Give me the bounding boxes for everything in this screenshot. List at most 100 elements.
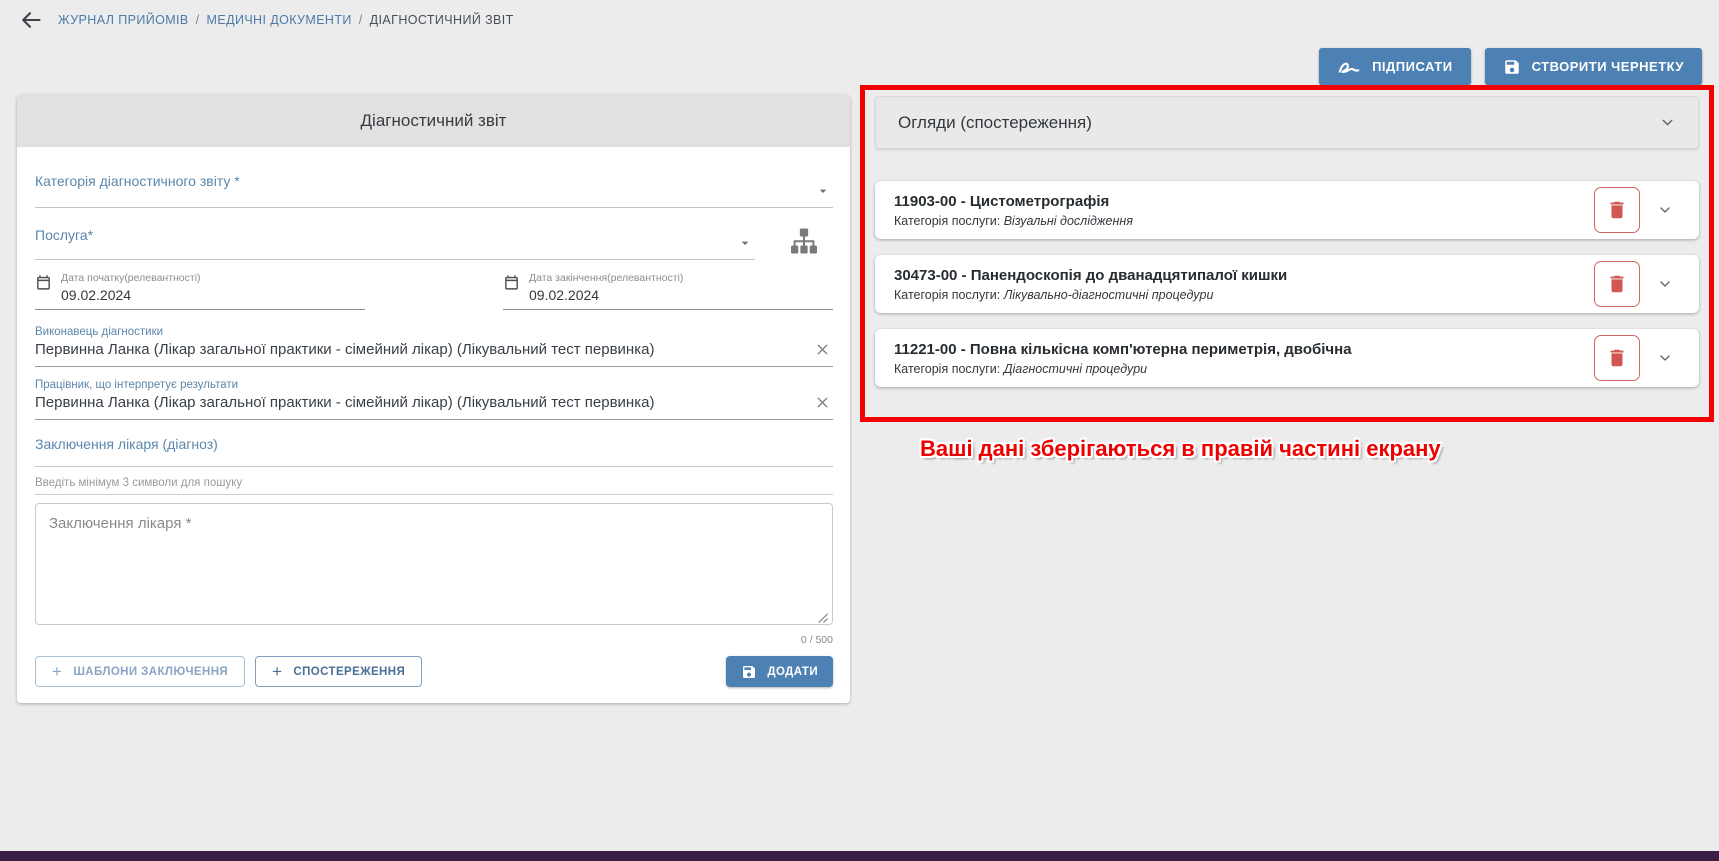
observation-button-label: СПОСТЕРЕЖЕННЯ bbox=[293, 666, 405, 678]
breadcrumb-current-diagnostic-report: ДІАГНОСТИЧНИЙ ЗВІТ bbox=[370, 13, 514, 27]
floppy-disk-icon bbox=[1503, 58, 1521, 76]
add-button-label: ДОДАТИ bbox=[767, 666, 818, 678]
category-prefix: Категорія послуги: bbox=[894, 362, 1000, 376]
breadcrumb-separator: / bbox=[196, 13, 200, 27]
observation-item-category: Категорія послуги: Візуальні дослідження bbox=[894, 214, 1594, 228]
category-select-label: Категорія діагностичного звіту * bbox=[35, 173, 240, 189]
top-bar: ЖУРНАЛ ПРИЙОМІВ / МЕДИЧНІ ДОКУМЕНТИ / ДІ… bbox=[0, 0, 1719, 40]
performer-field[interactable]: Виконавець діагностики Первинна Ланка (Л… bbox=[35, 326, 833, 367]
date-end-field[interactable]: Дата закінчення(релевантності) 09.02.202… bbox=[503, 272, 833, 310]
performer-label: Виконавець діагностики bbox=[35, 326, 791, 338]
observation-item: 11903-00 - Цистометрографія Категорія по… bbox=[875, 181, 1699, 239]
action-buttons: ПІДПИСАТИ СТВОРИТИ ЧЕРНЕТКУ bbox=[1319, 48, 1702, 85]
observation-item: 11221-00 - Повна кількісна комп'ютерна п… bbox=[875, 329, 1699, 387]
interpreter-label: Працівник, що інтерпретує результати bbox=[35, 379, 791, 391]
trash-icon bbox=[1606, 273, 1628, 295]
delete-observation-button[interactable] bbox=[1594, 187, 1640, 233]
form-body: Категорія діагностичного звіту * Послуга… bbox=[17, 147, 850, 687]
search-hint-field: Введіть мінімум 3 символи для пошуку bbox=[35, 477, 833, 495]
observation-expand-button[interactable] bbox=[1657, 276, 1673, 292]
breadcrumb: ЖУРНАЛ ПРИЙОМІВ / МЕДИЧНІ ДОКУМЕНТИ / ДІ… bbox=[58, 13, 514, 27]
interpreter-field[interactable]: Працівник, що інтерпретує результати Пер… bbox=[35, 379, 833, 420]
category-value: Лікувально-діагностичні процедури bbox=[1004, 288, 1214, 302]
plus-icon: + bbox=[52, 663, 62, 680]
caret-down-icon[interactable] bbox=[737, 235, 753, 251]
create-draft-button-label: СТВОРИТИ ЧЕРНЕТКУ bbox=[1532, 59, 1684, 74]
date-end-texts: Дата закінчення(релевантності) 09.02.202… bbox=[529, 272, 683, 303]
service-tree-button[interactable] bbox=[789, 226, 819, 256]
char-counter: 0 / 500 bbox=[35, 634, 833, 646]
conclusion-textarea[interactable] bbox=[35, 503, 833, 625]
plus-icon: + bbox=[272, 663, 282, 680]
chevron-down-icon bbox=[1659, 114, 1676, 131]
category-value: Візуальні дослідження bbox=[1004, 214, 1133, 228]
dates-row: Дата початку(релевантності) 09.02.2024 Д… bbox=[35, 272, 833, 310]
date-start-value: 09.02.2024 bbox=[61, 287, 201, 303]
card-header: Діагностичний звіт bbox=[17, 95, 850, 147]
calendar-icon bbox=[35, 274, 52, 303]
interpreter-clear-button[interactable] bbox=[814, 394, 831, 411]
form-buttons-row: + ШАБЛОНИ ЗАКЛЮЧЕННЯ + СПОСТЕРЕЖЕННЯ ДОД… bbox=[35, 656, 833, 687]
observation-item-title: 11903-00 - Цистометрографія bbox=[894, 193, 1594, 210]
close-x-icon bbox=[814, 394, 831, 411]
sign-button[interactable]: ПІДПИСАТИ bbox=[1319, 48, 1471, 85]
interpreter-value: Первинна Ланка (Лікар загальної практики… bbox=[35, 394, 791, 411]
search-hint-text: Введіть мінімум 3 символи для пошуку bbox=[35, 477, 242, 489]
date-end-label: Дата закінчення(релевантності) bbox=[529, 272, 683, 284]
category-value: Діагностичні процедури bbox=[1004, 362, 1147, 376]
service-row: Послуга* bbox=[35, 226, 833, 260]
observation-item-title: 11221-00 - Повна кількісна комп'ютерна п… bbox=[894, 341, 1594, 358]
date-start-field[interactable]: Дата початку(релевантності) 09.02.2024 bbox=[35, 272, 365, 310]
close-x-icon bbox=[814, 341, 831, 358]
breadcrumb-separator: / bbox=[359, 13, 363, 27]
date-start-label: Дата початку(релевантності) bbox=[61, 272, 201, 284]
delete-observation-button[interactable] bbox=[1594, 335, 1640, 381]
delete-observation-button[interactable] bbox=[1594, 261, 1640, 307]
sign-button-label: ПІДПИСАТИ bbox=[1372, 59, 1453, 74]
date-end-value: 09.02.2024 bbox=[529, 287, 683, 303]
back-button[interactable] bbox=[18, 7, 44, 33]
observation-expand-button[interactable] bbox=[1657, 350, 1673, 366]
page-title: Діагностичний звіт bbox=[361, 111, 507, 131]
caret-down-icon[interactable] bbox=[815, 183, 831, 199]
diagnostic-report-card: Діагностичний звіт Категорія діагностичн… bbox=[17, 95, 850, 703]
conclusion-templates-button[interactable]: + ШАБЛОНИ ЗАКЛЮЧЕННЯ bbox=[35, 656, 245, 687]
diagnosis-label: Заключення лікаря (діагноз) bbox=[35, 436, 218, 452]
observation-item-category: Категорія послуги: Лікувально-діагностич… bbox=[894, 288, 1594, 302]
category-prefix: Категорія послуги: bbox=[894, 214, 1000, 228]
conclusion-wrap bbox=[35, 503, 833, 630]
observation-expand-button[interactable] bbox=[1657, 202, 1673, 218]
category-select-field[interactable]: Категорія діагностичного звіту * bbox=[35, 173, 833, 208]
floppy-disk-icon bbox=[741, 664, 757, 680]
observation-item-text: 11903-00 - Цистометрографія Категорія по… bbox=[894, 193, 1594, 228]
service-select-field[interactable]: Послуга* bbox=[35, 227, 755, 260]
signature-icon bbox=[1337, 57, 1361, 77]
observations-header[interactable]: Огляди (спостереження) bbox=[875, 96, 1699, 149]
performer-value: Первинна Ланка (Лікар загальної практики… bbox=[35, 341, 791, 358]
observations-expand-button[interactable] bbox=[1659, 114, 1676, 131]
observation-item-text: 30473-00 - Панендоскопія до дванадцятипа… bbox=[894, 267, 1594, 302]
observation-item: 30473-00 - Панендоскопія до дванадцятипа… bbox=[875, 255, 1699, 313]
observations-panel-highlight: Огляди (спостереження) 11903-00 - Цистом… bbox=[860, 85, 1714, 422]
chevron-down-icon bbox=[1657, 202, 1673, 218]
breadcrumb-link-medical-documents[interactable]: МЕДИЧНІ ДОКУМЕНТИ bbox=[207, 13, 352, 27]
diagnosis-field[interactable]: Заключення лікаря (діагноз) bbox=[35, 436, 833, 467]
add-button[interactable]: ДОДАТИ bbox=[726, 656, 833, 687]
calendar-icon bbox=[503, 274, 520, 303]
observation-item-title: 30473-00 - Панендоскопія до дванадцятипа… bbox=[894, 267, 1594, 284]
observations-title: Огляди (спостереження) bbox=[898, 113, 1092, 133]
arrow-left-icon bbox=[19, 8, 43, 32]
observation-button[interactable]: + СПОСТЕРЕЖЕННЯ bbox=[255, 656, 422, 687]
observation-item-text: 11221-00 - Повна кількісна комп'ютерна п… bbox=[894, 341, 1594, 376]
trash-icon bbox=[1606, 347, 1628, 369]
trash-icon bbox=[1606, 199, 1628, 221]
performer-clear-button[interactable] bbox=[814, 341, 831, 358]
date-start-texts: Дата початку(релевантності) 09.02.2024 bbox=[61, 272, 201, 303]
service-select-label: Послуга* bbox=[35, 227, 93, 243]
footer-bar bbox=[0, 851, 1719, 861]
breadcrumb-link-journal[interactable]: ЖУРНАЛ ПРИЙОМІВ bbox=[58, 13, 189, 27]
create-draft-button[interactable]: СТВОРИТИ ЧЕРНЕТКУ bbox=[1485, 48, 1702, 85]
conclusion-templates-label: ШАБЛОНИ ЗАКЛЮЧЕННЯ bbox=[73, 666, 228, 678]
chevron-down-icon bbox=[1657, 350, 1673, 366]
category-prefix: Категорія послуги: bbox=[894, 288, 1000, 302]
